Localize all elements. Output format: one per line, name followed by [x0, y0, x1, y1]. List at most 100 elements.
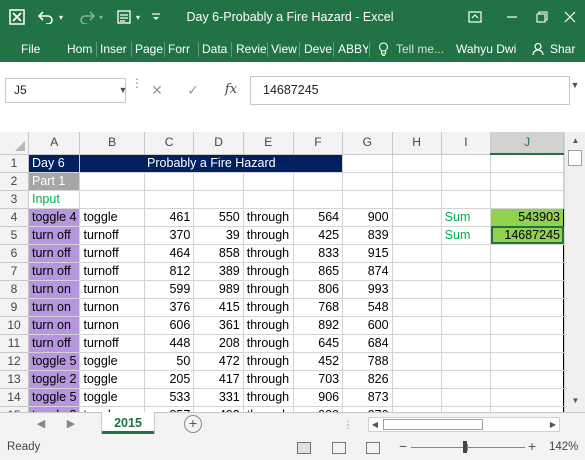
cell-j5[interactable]: 14687245 — [490, 226, 564, 245]
scroll-down-icon[interactable]: ▼ — [570, 396, 581, 407]
tab-data[interactable]: Data — [202, 36, 230, 62]
zoom-slider-thumb[interactable] — [463, 441, 467, 453]
cell[interactable] — [392, 172, 442, 191]
cell[interactable] — [193, 190, 244, 209]
cell-f14[interactable]: 906 — [293, 388, 344, 407]
tab-abbyy[interactable]: ABBY — [338, 36, 368, 62]
column-header-f[interactable]: F — [293, 132, 344, 155]
cell-d11[interactable]: 208 — [193, 333, 244, 353]
cell-d8[interactable]: 989 — [193, 280, 244, 299]
cell-b5[interactable]: turnoff — [79, 226, 145, 245]
user-icon[interactable] — [532, 36, 547, 62]
cell-g4[interactable]: 900 — [342, 208, 393, 227]
vertical-scrollbar[interactable]: ▲ ▼ — [564, 132, 585, 412]
row-header[interactable]: 5 — [0, 226, 29, 245]
cell-title[interactable]: Probably a Fire Hazard — [79, 154, 344, 173]
cell-j8[interactable] — [490, 280, 564, 299]
column-header-g[interactable]: G — [342, 132, 393, 155]
cell[interactable] — [342, 190, 393, 209]
cell-c14[interactable]: 533 — [144, 388, 195, 407]
cell-j14[interactable] — [490, 388, 564, 407]
cell-e6[interactable]: through — [243, 244, 294, 263]
cell-b4[interactable]: toggle — [79, 208, 145, 227]
cell-g14[interactable]: 873 — [342, 388, 393, 407]
cell-d12[interactable]: 472 — [193, 352, 244, 371]
cell-b14[interactable]: toggle — [79, 388, 145, 407]
cell[interactable] — [79, 190, 145, 209]
cell-i13[interactable] — [441, 370, 492, 389]
restore-icon[interactable] — [533, 6, 551, 28]
vertical-scroll-thumb[interactable] — [568, 150, 582, 166]
cell-g8[interactable]: 993 — [342, 280, 393, 299]
cell[interactable] — [490, 190, 564, 209]
cell-c10[interactable]: 606 — [144, 316, 195, 335]
cell-e14[interactable]: through — [243, 388, 294, 407]
cell-g6[interactable]: 915 — [342, 244, 393, 263]
close-icon[interactable] — [561, 6, 579, 28]
cell-i4[interactable]: Sum — [441, 208, 492, 227]
row-header[interactable]: 8 — [0, 280, 29, 299]
cell[interactable] — [392, 190, 442, 209]
cell-h5[interactable] — [392, 226, 442, 245]
cell-d14[interactable]: 331 — [193, 388, 244, 407]
page-break-view-icon[interactable] — [366, 442, 380, 454]
tab-review[interactable]: Revie — [236, 36, 266, 62]
cell-c7[interactable]: 812 — [144, 262, 195, 281]
ribbon-options-icon[interactable] — [466, 6, 484, 28]
cell-c8[interactable]: 599 — [144, 280, 195, 299]
cell-i12[interactable] — [441, 352, 492, 371]
cell-i11[interactable] — [441, 333, 492, 353]
cell-i8[interactable] — [441, 280, 492, 299]
cell-e11[interactable]: through — [243, 333, 294, 353]
cell[interactable] — [293, 190, 344, 209]
cell[interactable] — [243, 190, 294, 209]
horizontal-scroll-thumb[interactable] — [383, 419, 483, 430]
cell-d10[interactable]: 361 — [193, 316, 244, 335]
cell-a12[interactable]: toggle 5 — [28, 352, 81, 371]
tab-file[interactable]: File — [21, 36, 51, 62]
tab-insert[interactable]: Inser — [100, 36, 130, 62]
row-header[interactable]: 7 — [0, 262, 29, 281]
horizontal-scrollbar[interactable]: ◀ ▶ — [368, 417, 560, 432]
column-header-a[interactable]: A — [28, 132, 81, 155]
cell-g13[interactable]: 826 — [342, 370, 393, 389]
chevron-down-icon[interactable]: ▼ — [117, 79, 129, 102]
cell-f7[interactable]: 865 — [293, 262, 344, 281]
cell-i10[interactable] — [441, 316, 492, 335]
column-header-j[interactable]: J — [490, 132, 564, 155]
normal-view-icon[interactable] — [297, 442, 311, 454]
cell-h12[interactable] — [392, 352, 442, 371]
cell-j7[interactable] — [490, 262, 564, 281]
cell-g12[interactable]: 788 — [342, 352, 393, 371]
cell-a3[interactable]: Input — [28, 190, 81, 209]
cell-j4[interactable]: 543903 — [490, 208, 564, 227]
row-header[interactable]: 10 — [0, 316, 29, 335]
cell-d5[interactable]: 39 — [193, 226, 244, 245]
row-header[interactable]: 2 — [0, 172, 29, 191]
form-icon[interactable] — [115, 6, 133, 28]
cell-f6[interactable]: 833 — [293, 244, 344, 263]
cell-h11[interactable] — [392, 333, 442, 353]
excel-logo-icon[interactable] — [8, 6, 26, 28]
column-header-b[interactable]: B — [79, 132, 145, 155]
tab-developer[interactable]: Deve — [304, 36, 332, 62]
cell-i9[interactable] — [441, 298, 492, 317]
cell-j12[interactable] — [490, 352, 564, 371]
cell-e13[interactable]: through — [243, 370, 294, 389]
cell-h14[interactable] — [392, 388, 442, 407]
tab-view[interactable]: View — [271, 36, 298, 62]
cell-a5[interactable]: turn off — [28, 226, 81, 245]
scroll-right-icon[interactable]: ▶ — [547, 418, 559, 431]
cell-g11[interactable]: 684 — [342, 333, 393, 353]
cell-a13[interactable]: toggle 2 — [28, 370, 81, 389]
cell-g5[interactable]: 839 — [342, 226, 393, 245]
cell-b11[interactable]: turnoff — [79, 333, 145, 353]
cell-e12[interactable]: through — [243, 352, 294, 371]
cell-c12[interactable]: 50 — [144, 352, 195, 371]
column-header-d[interactable]: D — [193, 132, 244, 155]
cell-h8[interactable] — [392, 280, 442, 299]
cell-a6[interactable]: turn off — [28, 244, 81, 263]
cell-b12[interactable]: toggle — [79, 352, 145, 371]
cell-j11[interactable] — [490, 333, 564, 353]
resize-grip-icon[interactable]: ⋮ — [131, 77, 143, 102]
